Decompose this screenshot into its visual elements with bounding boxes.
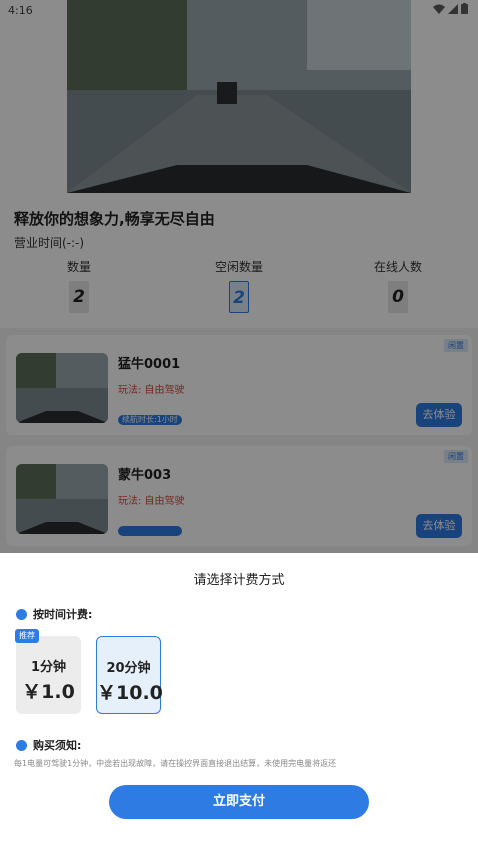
option-price: ￥1.0 [22,681,75,703]
option-label: 1分钟 [30,660,67,675]
billing-option-20min[interactable]: 20分钟 ￥10.0 [96,636,163,714]
billing-bottom-sheet: 请选择计费方式 按时间计费: 推荐 1分钟 ￥1.0 20分钟 ￥10.0 购买… [0,553,478,850]
clock-icon [16,608,27,620]
wifi-icon [433,4,445,14]
info-icon [16,739,27,751]
time-billing-section: 按时间计费: [16,606,92,622]
signal-icon [448,3,458,14]
status-time: 4:16 [8,4,33,17]
notice-label: 购买须知: [33,739,82,752]
time-billing-label: 按时间计费: [33,608,93,621]
notice-section: 购买须知: [16,737,81,753]
battery-icon [461,3,468,14]
option-price: ￥10.0 [97,682,163,704]
recommend-badge: 推荐 [15,629,39,643]
modal-backdrop[interactable] [0,0,478,553]
option-label: 20分钟 [106,661,151,676]
notice-text: 每1电量可驾驶1分钟，中途若出现故障，请在操控界面直接退出结算，未使用完电量将返… [14,759,337,768]
billing-option-1min[interactable]: 推荐 1分钟 ￥1.0 [15,629,81,714]
sheet-title: 请选择计费方式 [193,573,285,588]
pay-now-button[interactable]: 立即支付 [109,785,369,819]
status-bar: 4:16 [0,0,478,22]
